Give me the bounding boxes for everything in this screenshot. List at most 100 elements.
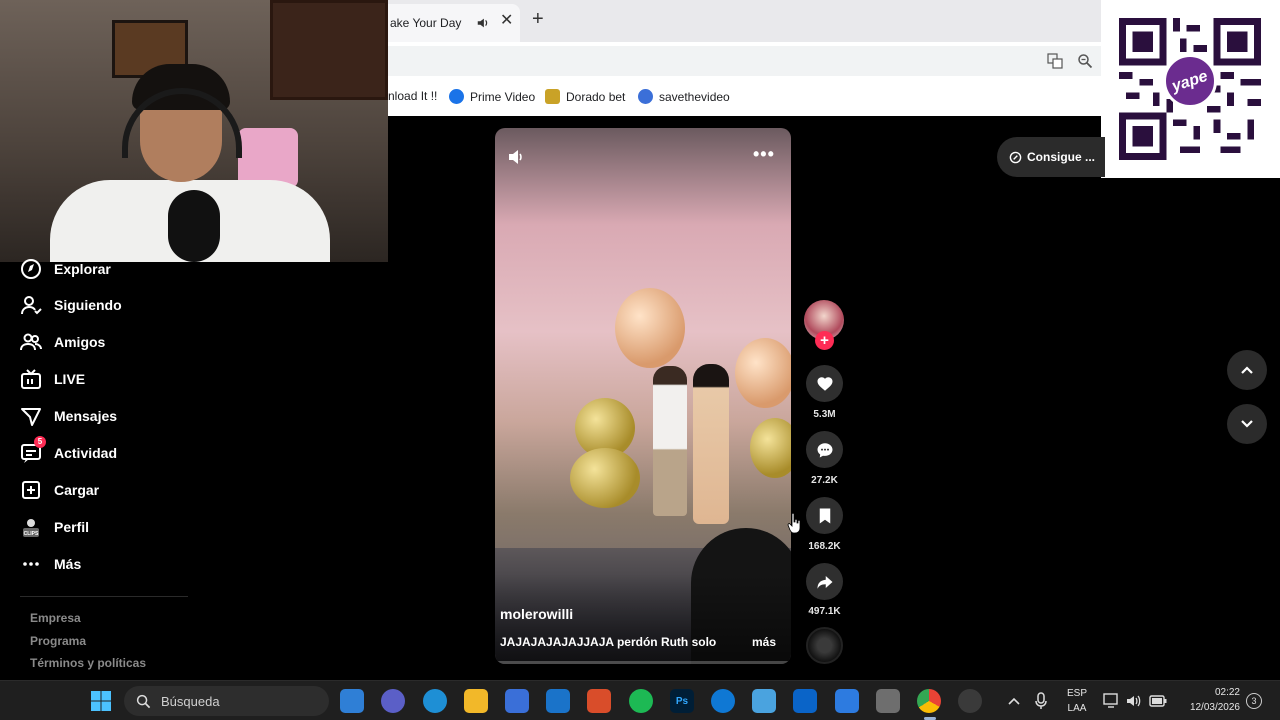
zoom-icon[interactable] xyxy=(1077,53,1093,69)
spotify-icon[interactable] xyxy=(629,689,653,713)
save-button[interactable] xyxy=(806,497,843,534)
task-view-icon[interactable] xyxy=(340,689,364,713)
pink-chair xyxy=(238,128,298,188)
bookmarks-bar: nload It !! Prime Video Dorado bet savet… xyxy=(388,84,1101,110)
chevron-up-icon[interactable] xyxy=(1007,694,1021,708)
previous-video-button[interactable] xyxy=(1227,350,1267,390)
get-app-label: Consigue ... xyxy=(1027,150,1096,164)
sidebar-item-actividad[interactable]: 5 Actividad xyxy=(20,436,117,466)
file-explorer-icon[interactable] xyxy=(464,689,488,713)
teams-icon[interactable] xyxy=(381,689,405,713)
live-tv-icon xyxy=(21,369,41,389)
sidebar-item-label: Más xyxy=(54,556,82,572)
friends-icon xyxy=(20,333,42,351)
like-button[interactable] xyxy=(806,365,843,402)
language-indicator-top[interactable]: ESP xyxy=(1062,688,1092,699)
footer-link-empresa[interactable]: Empresa xyxy=(30,611,81,625)
share-count: 497.1K xyxy=(808,606,841,617)
obs-icon[interactable] xyxy=(958,689,982,713)
activity-icon: 5 xyxy=(20,436,46,464)
chrome-icon[interactable] xyxy=(917,689,941,713)
photoshop-icon[interactable]: Ps xyxy=(670,689,694,713)
more-options-icon[interactable]: ••• xyxy=(753,144,775,165)
tab-title: ake Your Day xyxy=(390,16,462,30)
crown-icon xyxy=(545,89,560,104)
volume-icon[interactable] xyxy=(1126,693,1142,709)
edge-icon[interactable] xyxy=(423,689,447,713)
caption-more-link[interactable]: más xyxy=(752,635,776,649)
close-icon[interactable]: ✕ xyxy=(500,13,513,29)
upload-plus-icon xyxy=(22,481,40,499)
music-disc-icon[interactable] xyxy=(806,627,843,664)
taskbar-search-placeholder: Búsqueda xyxy=(161,693,220,709)
yape-logo: yape xyxy=(1163,54,1217,108)
sidebar-item-perfil[interactable]: CLIPS Perfil xyxy=(20,514,89,540)
follow-button[interactable]: + xyxy=(815,331,834,350)
outlook-icon[interactable] xyxy=(793,689,817,713)
translate-icon[interactable] xyxy=(1047,53,1063,69)
notepad-icon[interactable] xyxy=(752,689,776,713)
sidebar-item-mas[interactable]: Más xyxy=(20,551,81,577)
volume-icon[interactable] xyxy=(507,148,525,166)
bookmark-download[interactable]: nload It !! xyxy=(388,89,437,103)
bookmark-icon xyxy=(819,508,830,523)
media-player-icon[interactable] xyxy=(587,689,611,713)
browser-chrome: ake Your Day ✕ + nload It !! Prime Video xyxy=(388,0,1101,116)
bookmark-label: Dorado bet xyxy=(566,89,626,104)
hand-cursor-icon xyxy=(787,512,801,534)
address-bar[interactable] xyxy=(388,46,1101,76)
photoshop-label: Ps xyxy=(675,695,689,707)
onedrive-icon[interactable] xyxy=(711,689,735,713)
sidebar-item-label: Siguiendo xyxy=(54,297,122,313)
app-icon xyxy=(1009,151,1022,163)
mail-icon[interactable] xyxy=(546,689,570,713)
get-app-button[interactable]: Consigue ... xyxy=(997,137,1105,177)
notification-count[interactable]: 3 xyxy=(1246,693,1262,709)
sidebar-item-label: LIVE xyxy=(54,371,86,387)
comment-button[interactable] xyxy=(806,431,843,468)
video-progress-bar[interactable] xyxy=(495,661,791,664)
bookmark-prime-video[interactable]: Prime Video xyxy=(449,89,535,104)
sidebar-item-siguiendo[interactable]: Siguiendo xyxy=(20,292,122,318)
calendar-icon[interactable] xyxy=(835,689,859,713)
windows-start-icon[interactable] xyxy=(90,690,112,712)
taskbar-search[interactable]: Búsqueda xyxy=(124,686,329,716)
microphone xyxy=(168,190,220,262)
save-count: 168.2K xyxy=(808,541,841,552)
sidebar-item-cargar[interactable]: Cargar xyxy=(20,477,99,503)
play-circle-icon xyxy=(449,89,464,104)
sidebar-item-label: Mensajes xyxy=(54,408,118,424)
bookmark-savethevideo[interactable]: savethevideo xyxy=(638,89,730,104)
clock-date[interactable]: 12/03/2026 xyxy=(1170,702,1246,713)
network-icon[interactable] xyxy=(1103,693,1120,709)
sidebar-item-amigos[interactable]: Amigos xyxy=(20,329,105,355)
new-tab-button[interactable]: + xyxy=(532,9,544,29)
like-count: 5.3M xyxy=(813,409,836,420)
video-player[interactable]: ••• molerowilli JAJAJAJAJAJJAJA perdón R… xyxy=(495,128,791,664)
sidebar-item-explorar[interactable]: Explorar xyxy=(20,256,111,282)
more-dots-icon xyxy=(23,562,39,566)
clock-time[interactable]: 02:22 xyxy=(1170,687,1246,698)
footer-link-programa[interactable]: Programa xyxy=(30,634,86,648)
share-button[interactable] xyxy=(806,563,843,600)
sidebar-item-live[interactable]: LIVE xyxy=(20,366,85,392)
browser-tab[interactable]: ake Your Day ✕ xyxy=(388,4,520,42)
next-video-button[interactable] xyxy=(1227,404,1267,444)
yape-logo-text: yape xyxy=(1169,67,1210,96)
store-icon[interactable] xyxy=(505,689,529,713)
cabinet xyxy=(270,0,388,100)
language-indicator-bottom[interactable]: LAA xyxy=(1062,703,1092,714)
calculator-icon[interactable] xyxy=(876,689,900,713)
bookmark-dorado-bet[interactable]: Dorado bet xyxy=(545,89,625,104)
profile-icon: CLIPS xyxy=(23,519,39,537)
speaker-icon[interactable] xyxy=(476,16,490,30)
chevron-up-icon xyxy=(1241,366,1253,374)
sidebar-item-mensajes[interactable]: Mensajes xyxy=(20,403,117,429)
chevron-down-icon xyxy=(1241,420,1253,428)
webcam-overlay xyxy=(0,0,388,262)
sidebar-item-label: Explorar xyxy=(54,261,111,277)
video-username[interactable]: molerowilli xyxy=(500,606,573,622)
microphone-icon[interactable] xyxy=(1034,692,1048,710)
battery-icon[interactable] xyxy=(1149,694,1167,708)
footer-link-terminos[interactable]: Términos y políticas xyxy=(30,656,146,670)
